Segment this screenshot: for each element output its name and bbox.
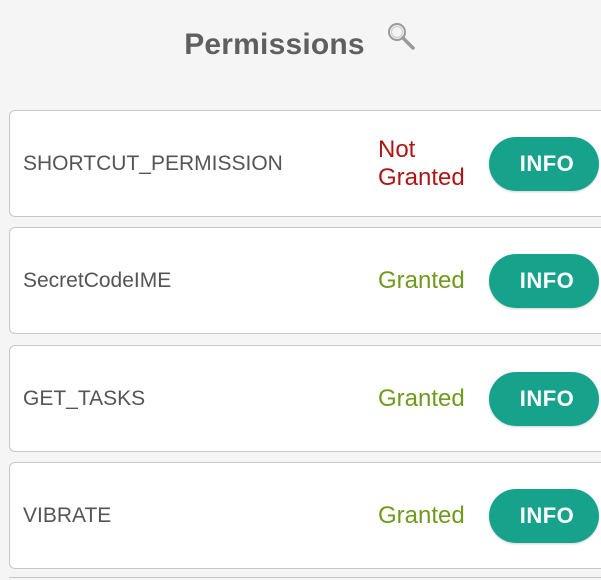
permission-name: SecretCodeIME [23, 268, 172, 292]
permission-status: Granted [378, 384, 465, 412]
permission-name: SHORTCUT_PERMISSION [23, 151, 283, 175]
info-button[interactable]: INFO [489, 253, 599, 308]
info-button[interactable]: INFO [489, 136, 599, 191]
permission-status: Granted [378, 266, 465, 294]
permission-status: Not Granted [378, 135, 465, 191]
permission-card: VIBRATE Granted INFO [9, 462, 601, 569]
permission-name: VIBRATE [23, 503, 112, 527]
info-button[interactable]: INFO [489, 488, 599, 543]
permission-card: GET_TASKS Granted INFO [9, 345, 601, 452]
permission-card: SecretCodeIME Granted INFO [9, 227, 601, 334]
info-button[interactable]: INFO [489, 371, 599, 426]
permission-status: Granted [378, 501, 465, 529]
permission-name: GET_TASKS [23, 386, 146, 410]
permissions-list: SHORTCUT_PERMISSION Not Granted INFO Sec… [0, 0, 601, 579]
permission-card: SHORTCUT_PERMISSION Not Granted INFO [9, 110, 601, 217]
